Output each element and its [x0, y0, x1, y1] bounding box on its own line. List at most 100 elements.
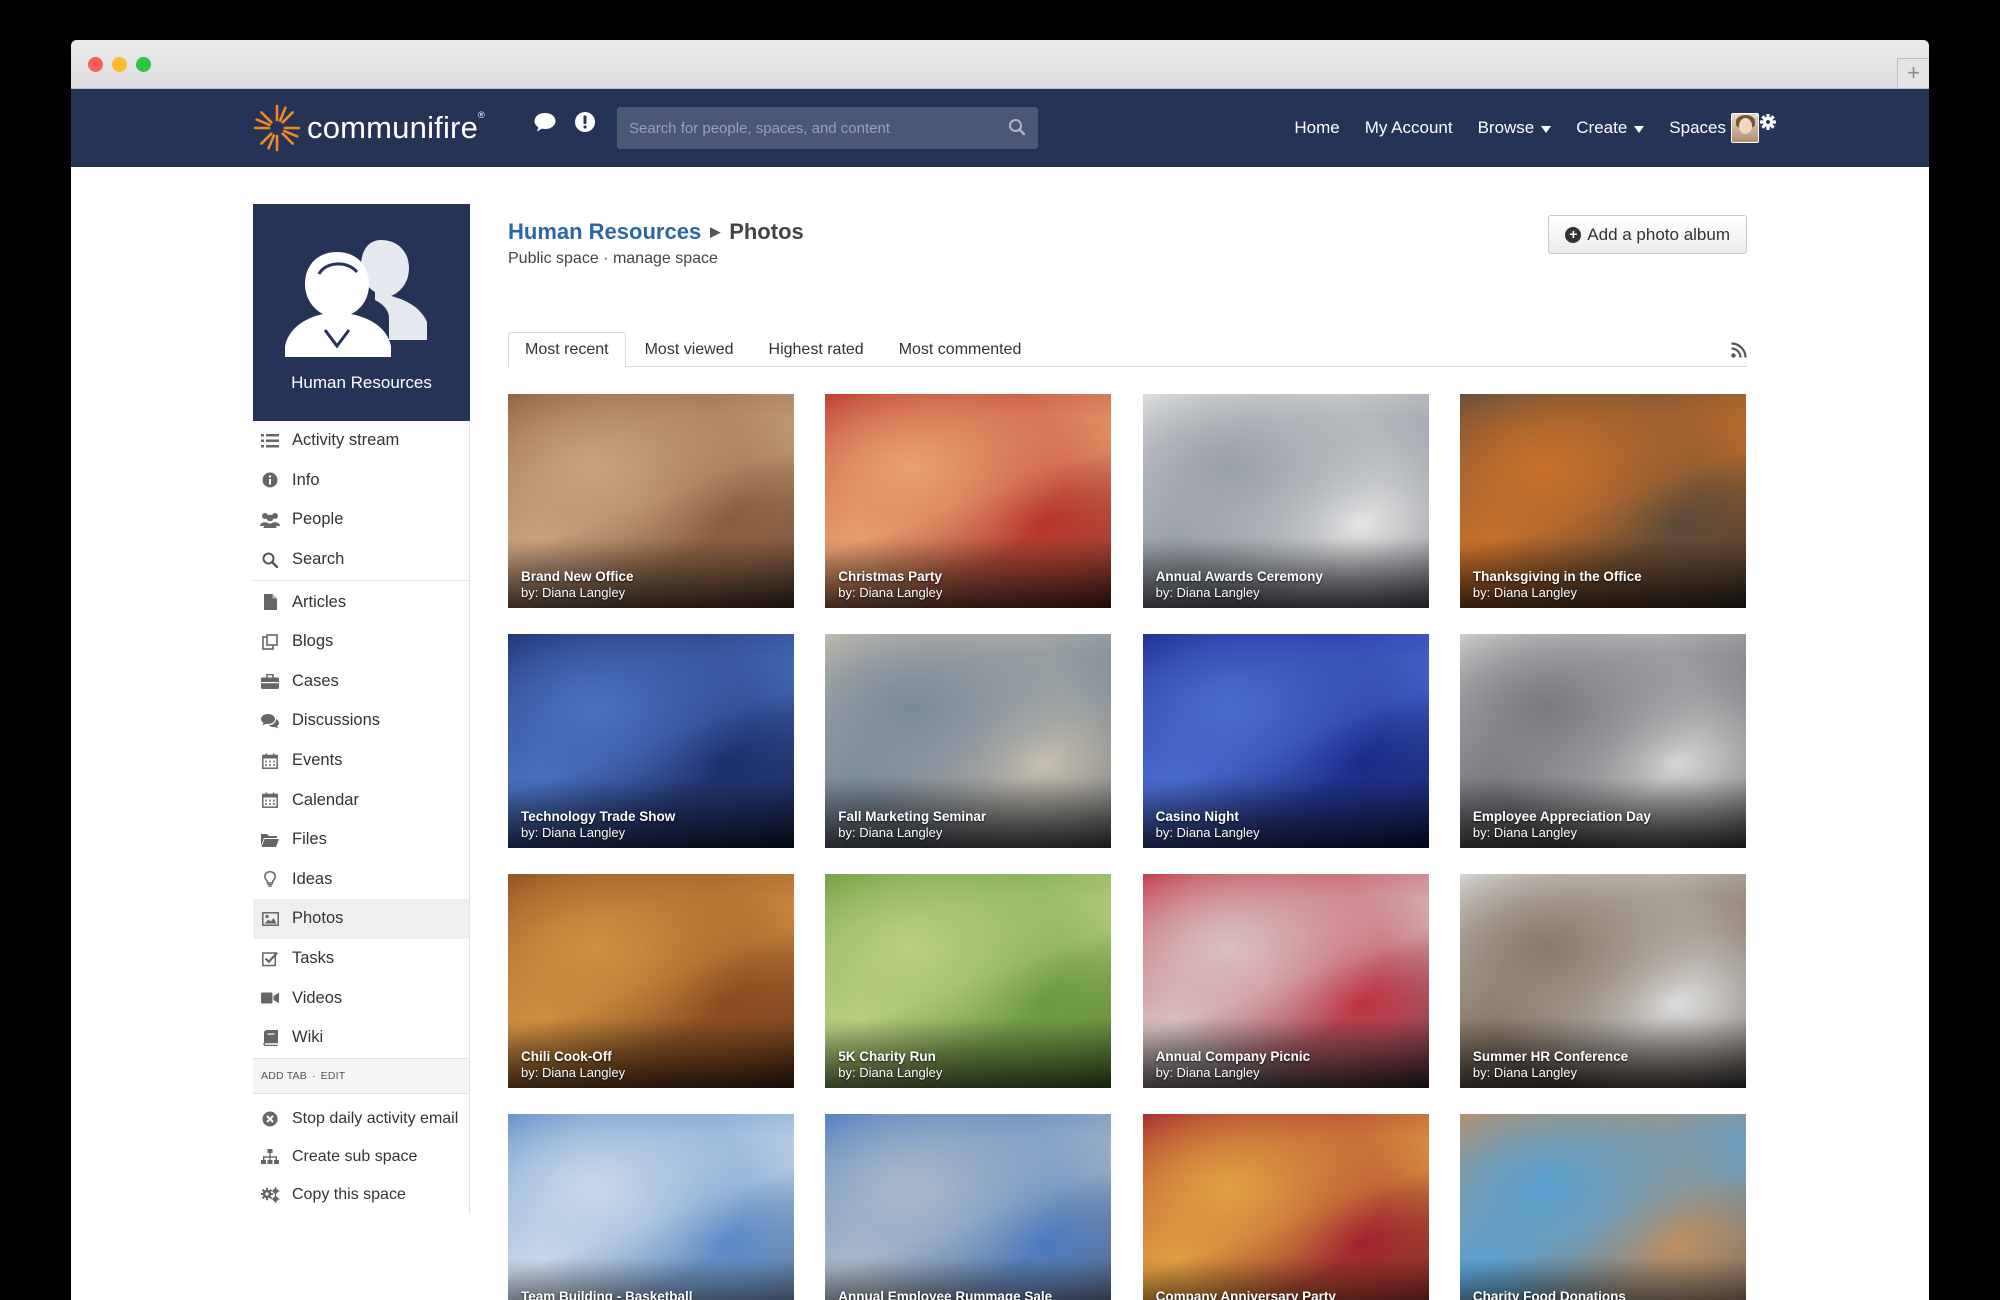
sidebar-tab-controls: ADD TAB · EDIT	[253, 1057, 469, 1094]
sidebar-item-articles[interactable]: Articles	[253, 582, 469, 622]
sidebar-item-activity-stream[interactable]: Activity stream	[253, 421, 469, 461]
search-icon	[260, 551, 280, 569]
sidebar-item-wiki[interactable]: Wiki	[253, 1018, 469, 1058]
manage-space-link[interactable]: manage space	[613, 250, 718, 267]
sidebar-item-label: Info	[292, 470, 320, 489]
sidebar-item-blogs[interactable]: Blogs	[253, 622, 469, 662]
action-label: Copy this space	[292, 1185, 406, 1203]
info-icon	[260, 471, 280, 489]
notifications-alert-icon[interactable]	[574, 111, 596, 133]
sidebar-item-ideas[interactable]: Ideas	[253, 860, 469, 900]
sidebar-item-events[interactable]: Events	[253, 741, 469, 781]
nav-create[interactable]: Create	[1576, 118, 1645, 138]
album-title: Brand New Office	[521, 569, 634, 584]
sidebar-item-photos[interactable]: Photos	[253, 899, 469, 939]
sidebar-item-discussions[interactable]: Discussions	[253, 701, 469, 741]
sort-tabs: Most recent Most viewed Highest rated Mo…	[508, 332, 1747, 368]
sidebar-item-tasks[interactable]: Tasks	[253, 939, 469, 979]
book-icon	[260, 1029, 280, 1047]
messages-icon[interactable]	[533, 111, 557, 133]
gears-icon	[260, 1186, 280, 1204]
tab-most-recent[interactable]: Most recent	[508, 332, 626, 368]
add-tab-link[interactable]: ADD TAB	[261, 1070, 307, 1082]
album-title: Fall Marketing Seminar	[838, 809, 987, 824]
photo-album-card[interactable]: Employee Appreciation Day by: Diana Langl…	[1459, 634, 1746, 848]
photo-album-card[interactable]: Technology Trade Show by: Diana Langley	[508, 634, 794, 848]
album-title: Annual Employee Rummage Sale	[838, 1289, 1053, 1300]
album-title: Employee Appreciation Day	[1472, 809, 1651, 824]
photo-album-card[interactable]: 5K Charity Run by: Diana Langley	[825, 874, 1112, 1088]
nav-my-account[interactable]: My Account	[1365, 118, 1453, 138]
photo-album-card[interactable]: Casino Night by: Diana Langley	[1142, 634, 1429, 848]
create-sub-space-link[interactable]: Create sub space	[253, 1138, 469, 1176]
briefcase-icon	[260, 672, 280, 690]
sidebar-item-info[interactable]: Info	[253, 461, 469, 501]
space-name: Human Resources	[291, 373, 432, 392]
sidebar-item-people[interactable]: People	[253, 500, 469, 540]
photo-album-card[interactable]: Fall Marketing Seminar by: Diana Langley	[825, 634, 1112, 848]
photo-album-card[interactable]: Thanksgiving in the Office by: Diana Lang…	[1459, 394, 1746, 608]
user-avatar[interactable]	[1731, 113, 1759, 143]
tab-most-commented[interactable]: Most commented	[883, 332, 1038, 367]
gear-icon[interactable]	[1760, 114, 1776, 130]
sidebar-item-label: Ideas	[292, 869, 333, 888]
button-label: Add a photo album	[1587, 224, 1730, 244]
album-title: Thanksgiving in the Office	[1472, 569, 1642, 584]
photo-album-card[interactable]: Chili Cook-Off by: Diana Langley	[508, 874, 794, 1088]
minimize-window-button[interactable]	[112, 57, 127, 72]
album-title: Team Building - Basketball	[521, 1289, 693, 1300]
close-circle-icon	[260, 1110, 280, 1128]
sidebar-item-videos[interactable]: Videos	[253, 978, 469, 1018]
sidebar-item-label: Activity stream	[292, 431, 400, 450]
album-author: by: Diana Langley	[838, 585, 943, 600]
main-content: Human Resources ▶ Photos Public space · …	[508, 204, 1747, 1300]
nav-browse[interactable]: Browse	[1478, 118, 1552, 138]
tab-most-viewed[interactable]: Most viewed	[629, 332, 750, 367]
photo-album-card[interactable]: Company Anniversary Partyby: Diana Langl…	[1142, 1114, 1429, 1300]
sidebar-item-label: People	[292, 510, 344, 529]
sidebar-item-files[interactable]: Files	[253, 820, 469, 860]
new-tab-button[interactable]: +	[1897, 58, 1929, 88]
add-photo-album-button[interactable]: + Add a photo album	[1548, 215, 1747, 254]
photo-album-card[interactable]: Brand New Office by: Diana Langley	[508, 394, 794, 608]
photo-album-card[interactable]: Charity Food Donationsby: Diana Langley	[1459, 1114, 1746, 1300]
album-author: by: Diana Langley	[1155, 1065, 1260, 1080]
sidebar-item-label: Cases	[292, 671, 339, 690]
sidebar-item-cases[interactable]: Cases	[253, 662, 469, 702]
album-title: Christmas Party	[838, 569, 942, 584]
close-window-button[interactable]	[88, 57, 103, 72]
sidebar-item-label: Tasks	[292, 949, 335, 968]
breadcrumb-space-link[interactable]: Human Resources	[508, 219, 701, 245]
photo-album-card[interactable]: Christmas Party by: Diana Langley	[825, 394, 1112, 608]
sidebar-item-label: Files	[292, 830, 327, 849]
photo-album-card[interactable]: Annual Awards Ceremony by: Diana Langley	[1142, 394, 1429, 608]
search-input[interactable]	[617, 107, 1038, 149]
edit-tabs-link[interactable]: EDIT	[321, 1070, 346, 1082]
album-author: by: Diana Langley	[838, 825, 943, 840]
sunburst-logo-icon	[253, 104, 301, 152]
separator-dot: ·	[603, 250, 609, 267]
nav-home[interactable]: Home	[1294, 118, 1339, 138]
album-title: Charity Food Donations	[1472, 1289, 1626, 1300]
maximize-window-button[interactable]	[136, 57, 151, 72]
video-icon	[260, 989, 280, 1007]
brand-logo[interactable]: communifire®	[253, 101, 485, 155]
album-author: by: Diana Langley	[1472, 585, 1577, 600]
search-icon[interactable]	[1008, 118, 1026, 136]
copy-space-link[interactable]: Copy this space	[253, 1176, 469, 1214]
space-banner[interactable]: Human Resources	[253, 204, 470, 421]
photo-album-card[interactable]: Summer HR Conference by: Diana Langley	[1459, 874, 1746, 1088]
photo-album-card[interactable]: Annual Company Picnic by: Diana Langley	[1142, 874, 1429, 1088]
sidebar-item-search[interactable]: Search	[253, 540, 469, 580]
photo-album-card[interactable]: Team Building - Basketballby: Diana Lang…	[508, 1114, 794, 1300]
sidebar-item-calendar[interactable]: Calendar	[253, 780, 469, 820]
sidebar-divider	[253, 580, 469, 582]
rss-feed-icon[interactable]	[1731, 342, 1747, 358]
album-author: by: Diana Langley	[521, 585, 626, 600]
photo-album-card[interactable]: Annual Employee Rummage Saleby: Diana La…	[825, 1114, 1112, 1300]
chevron-down-icon	[1541, 126, 1552, 133]
album-author: by: Diana Langley	[1472, 825, 1577, 840]
visibility-label: Public space	[508, 250, 599, 267]
tab-highest-rated[interactable]: Highest rated	[753, 332, 880, 367]
stop-daily-email-link[interactable]: Stop daily activity email	[253, 1100, 469, 1138]
